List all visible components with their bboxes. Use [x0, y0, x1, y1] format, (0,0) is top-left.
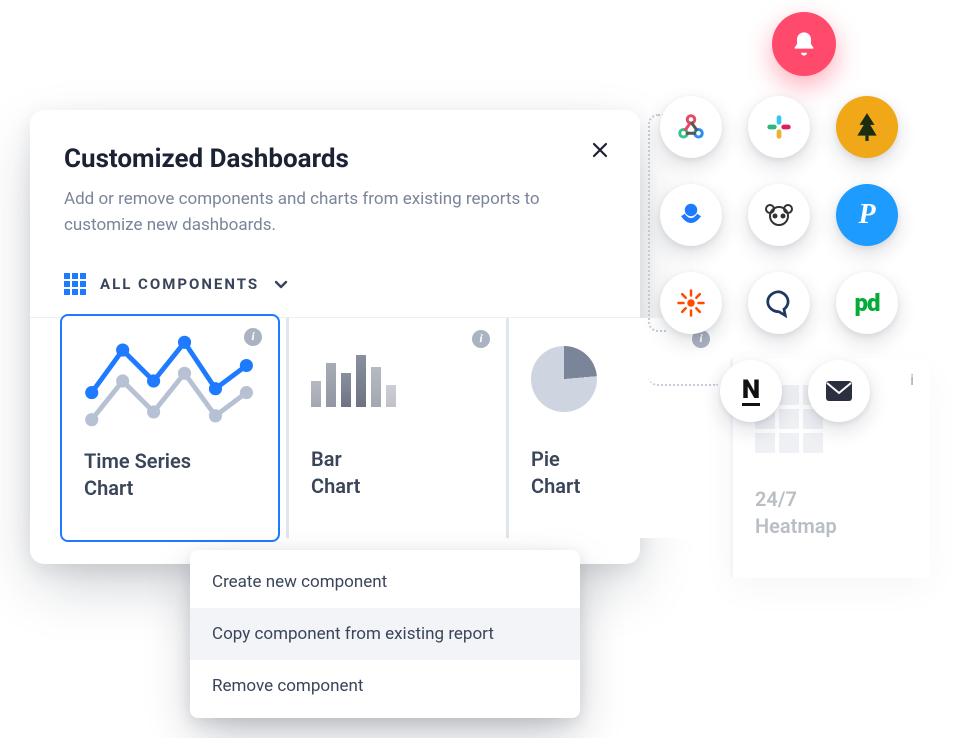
integration-zapier[interactable]	[660, 272, 722, 334]
card-bar-chart[interactable]: i Bar Chart	[286, 318, 506, 538]
bell-icon	[790, 30, 818, 58]
component-filter[interactable]: ALL COMPONENTS	[30, 239, 640, 318]
info-icon[interactable]: i	[244, 328, 262, 346]
card-pie-chart[interactable]: i Pie Chart	[506, 318, 726, 538]
grid-icon	[64, 273, 86, 295]
card-label: Time Series Chart	[84, 448, 258, 502]
context-menu: Create new component Copy component from…	[190, 550, 580, 718]
filter-label: ALL COMPONENTS	[100, 275, 259, 293]
dashboard-config-panel: Customized Dashboards Add or remove comp…	[30, 110, 640, 564]
integration-pagerduty[interactable]: pd	[836, 272, 898, 334]
card-time-series[interactable]: i Time Series Chart	[60, 314, 280, 542]
opsgenie-icon	[676, 200, 706, 230]
chat-icon	[764, 288, 794, 318]
integration-bear[interactable]	[748, 184, 810, 246]
card-label: Bar Chart	[311, 446, 486, 500]
p-icon: P	[858, 199, 875, 231]
close-button[interactable]	[586, 136, 614, 164]
close-icon	[592, 142, 608, 158]
menu-create-component[interactable]: Create new component	[190, 556, 580, 608]
barchart-icon	[311, 344, 486, 414]
integration-notion[interactable]: N	[720, 360, 782, 422]
card-label: Pie Chart	[531, 446, 706, 500]
n-icon: N	[742, 377, 760, 406]
integration-webhook[interactable]	[660, 96, 722, 158]
integration-slack[interactable]	[748, 96, 810, 158]
webhook-icon	[676, 112, 706, 142]
tree-icon	[854, 112, 880, 142]
zapier-icon	[676, 288, 706, 318]
bear-icon	[762, 202, 796, 228]
notification-bell[interactable]	[772, 12, 836, 76]
info-icon[interactable]: i	[910, 370, 914, 389]
integration-chat[interactable]	[748, 272, 810, 334]
integration-opsgenie[interactable]	[660, 184, 722, 246]
menu-remove-component[interactable]: Remove component	[190, 660, 580, 712]
integration-treefort[interactable]	[836, 96, 898, 158]
slack-icon	[765, 113, 793, 141]
component-cards: i Time Series Chart i	[30, 318, 640, 538]
integrations-grid: P pd	[660, 96, 910, 346]
connector-line	[648, 356, 718, 386]
pd-icon: pd	[854, 289, 879, 317]
integration-email[interactable]	[808, 360, 870, 422]
integration-pushover[interactable]: P	[836, 184, 898, 246]
panel-title: Customized Dashboards	[64, 144, 606, 174]
info-icon[interactable]: i	[472, 330, 490, 348]
panel-description: Add or remove components and charts from…	[64, 186, 584, 239]
card-label: 24/7 Heatmap	[755, 486, 910, 540]
chevron-down-icon	[273, 276, 289, 292]
integrations-row-extra: N	[720, 360, 870, 422]
timeseries-icon	[84, 346, 258, 416]
email-icon	[825, 380, 853, 402]
menu-copy-component[interactable]: Copy component from existing report	[190, 608, 580, 660]
